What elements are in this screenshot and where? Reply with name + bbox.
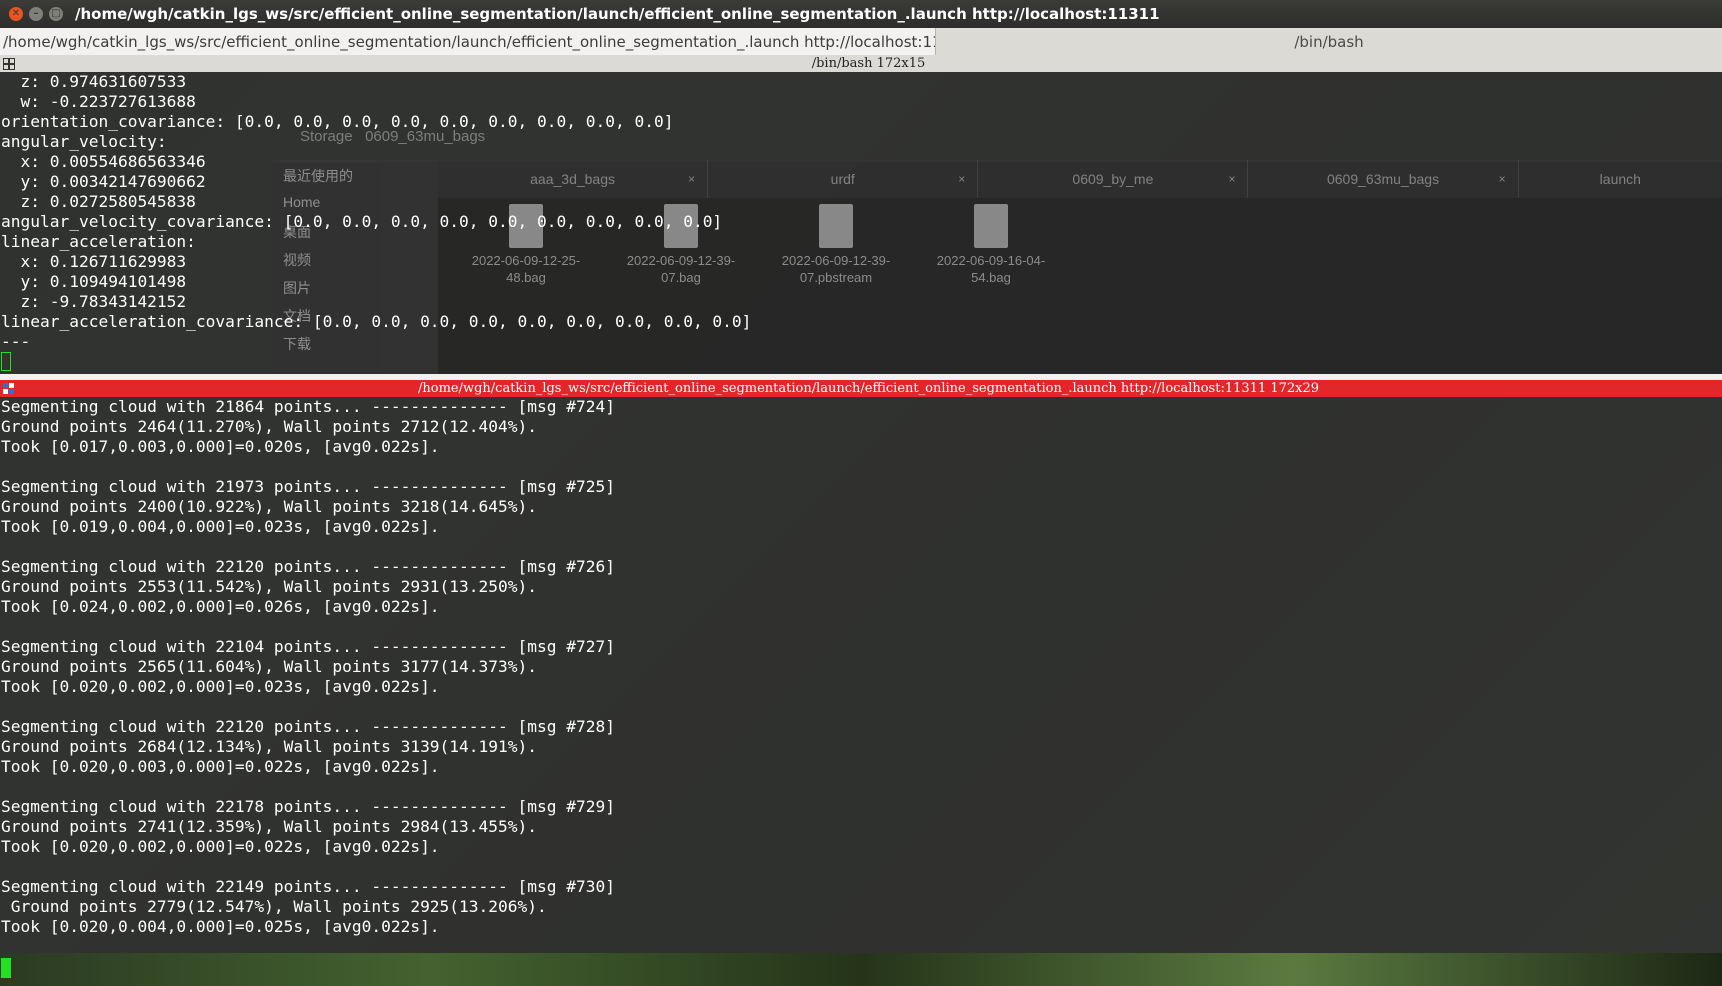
top-terminal-line: linear_acceleration_covariance: [0.0, 0.… bbox=[1, 312, 752, 331]
close-window-button[interactable]: ✕ bbox=[9, 7, 23, 21]
top-terminal-line: x: 0.00554686563346 bbox=[1, 152, 206, 171]
desktop-wallpaper bbox=[0, 953, 1722, 986]
top-terminal-line: y: 0.109494101498 bbox=[1, 272, 187, 291]
top-terminal-line: z: 0.974631607533 bbox=[1, 72, 187, 91]
terminator-grid-icon[interactable] bbox=[3, 57, 15, 70]
maximize-window-button[interactable]: □ bbox=[49, 7, 63, 21]
bottom-terminal-line: Segmenting cloud with 21973 points... --… bbox=[1, 477, 615, 496]
top-terminal-line: z: 0.0272580545838 bbox=[1, 192, 196, 211]
bottom-terminal-line: Took [0.020,0.002,0.000]=0.022s, [avg0.0… bbox=[1, 837, 440, 856]
bottom-terminal-line: Ground points 2684(12.134%), Wall points… bbox=[1, 737, 538, 756]
tab-bash-label: /bin/bash bbox=[1294, 32, 1364, 51]
bottom-terminal-line: Segmenting cloud with 22178 points... --… bbox=[1, 797, 615, 816]
bottom-terminal-line: Segmenting cloud with 22120 points... --… bbox=[1, 557, 615, 576]
top-terminal-line: angular_velocity_covariance: [0.0, 0.0, … bbox=[1, 212, 723, 231]
top-terminal-line: --- bbox=[1, 332, 31, 351]
minimize-window-button[interactable]: – bbox=[29, 7, 43, 21]
top-terminal-line: y: 0.00342147690662 bbox=[1, 172, 206, 191]
top-terminal-line: w: -0.223727613688 bbox=[1, 92, 196, 111]
top-terminal-line: angular_velocity: bbox=[1, 132, 167, 151]
bottom-terminal-line: Took [0.020,0.004,0.000]=0.025s, [avg0.0… bbox=[1, 917, 440, 936]
terminal-tabbar: /home/wgh/catkin_lgs_ws/src/efficient_on… bbox=[0, 28, 1722, 56]
bottom-terminal-line: Ground points 2553(11.542%), Wall points… bbox=[1, 577, 538, 596]
tab-bash[interactable]: /bin/bash bbox=[936, 28, 1722, 55]
bottom-terminal-line: Took [0.020,0.002,0.000]=0.023s, [avg0.0… bbox=[1, 677, 440, 696]
bottom-terminal-line: Took [0.019,0.004,0.000]=0.023s, [avg0.0… bbox=[1, 517, 440, 536]
bottom-terminal-line: Took [0.017,0.003,0.000]=0.020s, [avg0.0… bbox=[1, 437, 440, 456]
top-terminal-output: z: 0.974631607533 w: -0.223727613688 ori… bbox=[0, 72, 1722, 352]
bottom-terminal-line: Took [0.020,0.003,0.000]=0.022s, [avg0.0… bbox=[1, 757, 440, 776]
bottom-pane-header: /home/wgh/catkin_lgs_ws/src/efficient_on… bbox=[0, 380, 1722, 397]
bottom-terminal-line: Segmenting cloud with 22120 points... --… bbox=[1, 717, 615, 736]
bottom-terminal-line: Ground points 2464(11.270%), Wall points… bbox=[1, 417, 538, 436]
bottom-terminal-line: Segmenting cloud with 21864 points... --… bbox=[1, 397, 615, 416]
bottom-terminal-line: Ground points 2741(12.359%), Wall points… bbox=[1, 817, 538, 836]
window-title: /home/wgh/catkin_lgs_ws/src/efficient_on… bbox=[75, 5, 1160, 23]
tab-launch[interactable]: /home/wgh/catkin_lgs_ws/src/efficient_on… bbox=[0, 28, 936, 55]
bottom-terminal-output: Segmenting cloud with 21864 points... --… bbox=[0, 397, 1722, 937]
bottom-terminal-line: Ground points 2779(12.547%), Wall points… bbox=[1, 897, 547, 916]
bottom-terminal-line: Ground points 2565(11.604%), Wall points… bbox=[1, 657, 538, 676]
top-terminal-line: x: 0.126711629983 bbox=[1, 252, 187, 271]
top-terminal-line: z: -9.78343142152 bbox=[1, 292, 187, 311]
bottom-pane-title: /home/wgh/catkin_lgs_ws/src/efficient_on… bbox=[417, 381, 1320, 396]
bottom-terminal[interactable]: Segmenting cloud with 21864 points... --… bbox=[0, 397, 1722, 953]
terminal-cursor bbox=[1, 958, 11, 978]
bottom-terminal-line: Took [0.024,0.002,0.000]=0.026s, [avg0.0… bbox=[1, 597, 440, 616]
top-terminal-line: orientation_covariance: [0.0, 0.0, 0.0, … bbox=[1, 112, 674, 131]
top-pane-title: /bin/bash 172x15 bbox=[811, 56, 926, 71]
terminator-grid-icon[interactable] bbox=[3, 382, 15, 395]
window-titlebar: ✕ – □ /home/wgh/catkin_lgs_ws/src/effici… bbox=[0, 0, 1722, 28]
bottom-terminal-line: Ground points 2400(10.922%), Wall points… bbox=[1, 497, 538, 516]
bottom-terminal-line: Segmenting cloud with 22104 points... --… bbox=[1, 637, 615, 656]
top-terminal-line: linear_acceleration: bbox=[1, 232, 196, 251]
terminal-cursor bbox=[1, 352, 11, 371]
tab-launch-label: /home/wgh/catkin_lgs_ws/src/efficient_on… bbox=[3, 32, 936, 51]
top-pane-header: /bin/bash 172x15 bbox=[0, 55, 1722, 72]
bottom-terminal-line: Segmenting cloud with 22149 points... --… bbox=[1, 877, 615, 896]
top-terminal[interactable]: Storage 0609_63mu_bags 最近使用的 Home 桌面 视频 … bbox=[0, 72, 1722, 374]
